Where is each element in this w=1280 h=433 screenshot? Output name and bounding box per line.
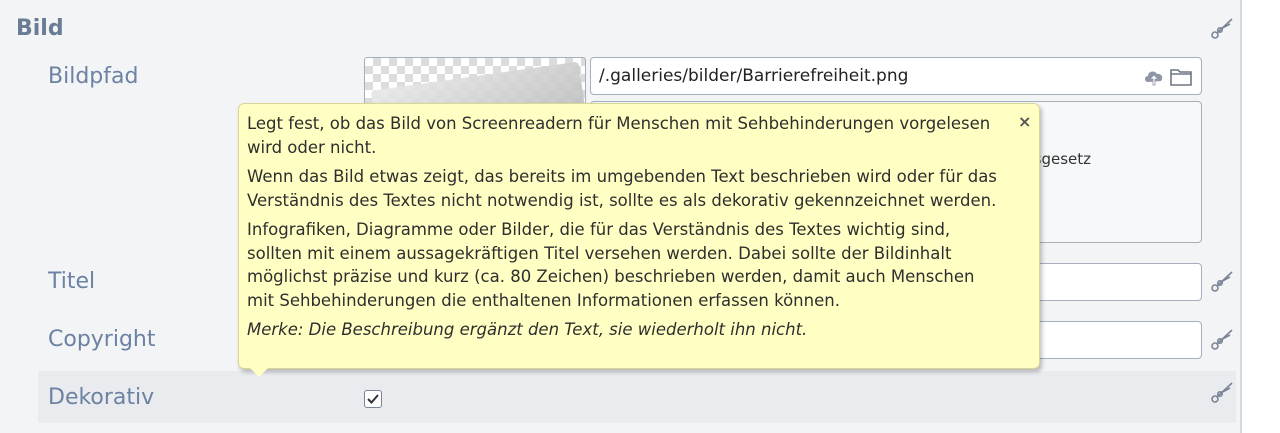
section-title: Bild xyxy=(16,16,64,41)
copyright-label: Copyright xyxy=(48,327,156,352)
tooltip-paragraph-2: Wenn das Bild etwas zeigt, das bereits i… xyxy=(247,167,997,210)
titel-label: Titel xyxy=(48,269,96,294)
tooltip-arrow xyxy=(250,368,268,377)
dekorativ-label: Dekorativ xyxy=(48,385,155,410)
description-fragment: sgesetz xyxy=(1033,150,1091,168)
tooltip-paragraph-3: Infografiken, Diagramme oder Bilder, die… xyxy=(247,220,975,310)
cloud-upload-icon[interactable] xyxy=(1143,67,1165,87)
tooltip-paragraph-1: Legt fest, ob das Bild von Screenreadern… xyxy=(247,114,991,157)
image-path-input[interactable]: /.galleries/bilder/Barrierefreiheit.png xyxy=(590,57,1202,95)
tooltip-note: Merke: Die Beschreibung ergänzt den Text… xyxy=(247,320,808,339)
folder-icon[interactable] xyxy=(1169,67,1193,87)
scissors-icon[interactable] xyxy=(1210,16,1234,40)
dekorativ-checkbox[interactable] xyxy=(364,390,382,408)
scissors-icon[interactable] xyxy=(1210,327,1234,351)
dekorativ-row xyxy=(38,371,1236,423)
bildpfad-label: Bildpfad xyxy=(48,64,139,89)
help-tooltip: Legt fest, ob das Bild von Screenreadern… xyxy=(238,103,1040,369)
image-path-value: /.galleries/bilder/Barrierefreiheit.png xyxy=(599,66,909,86)
scissors-icon[interactable] xyxy=(1210,380,1234,404)
tooltip-close-button[interactable]: × xyxy=(1018,112,1031,131)
checkmark-icon xyxy=(367,394,379,404)
scissors-icon[interactable] xyxy=(1210,269,1234,293)
